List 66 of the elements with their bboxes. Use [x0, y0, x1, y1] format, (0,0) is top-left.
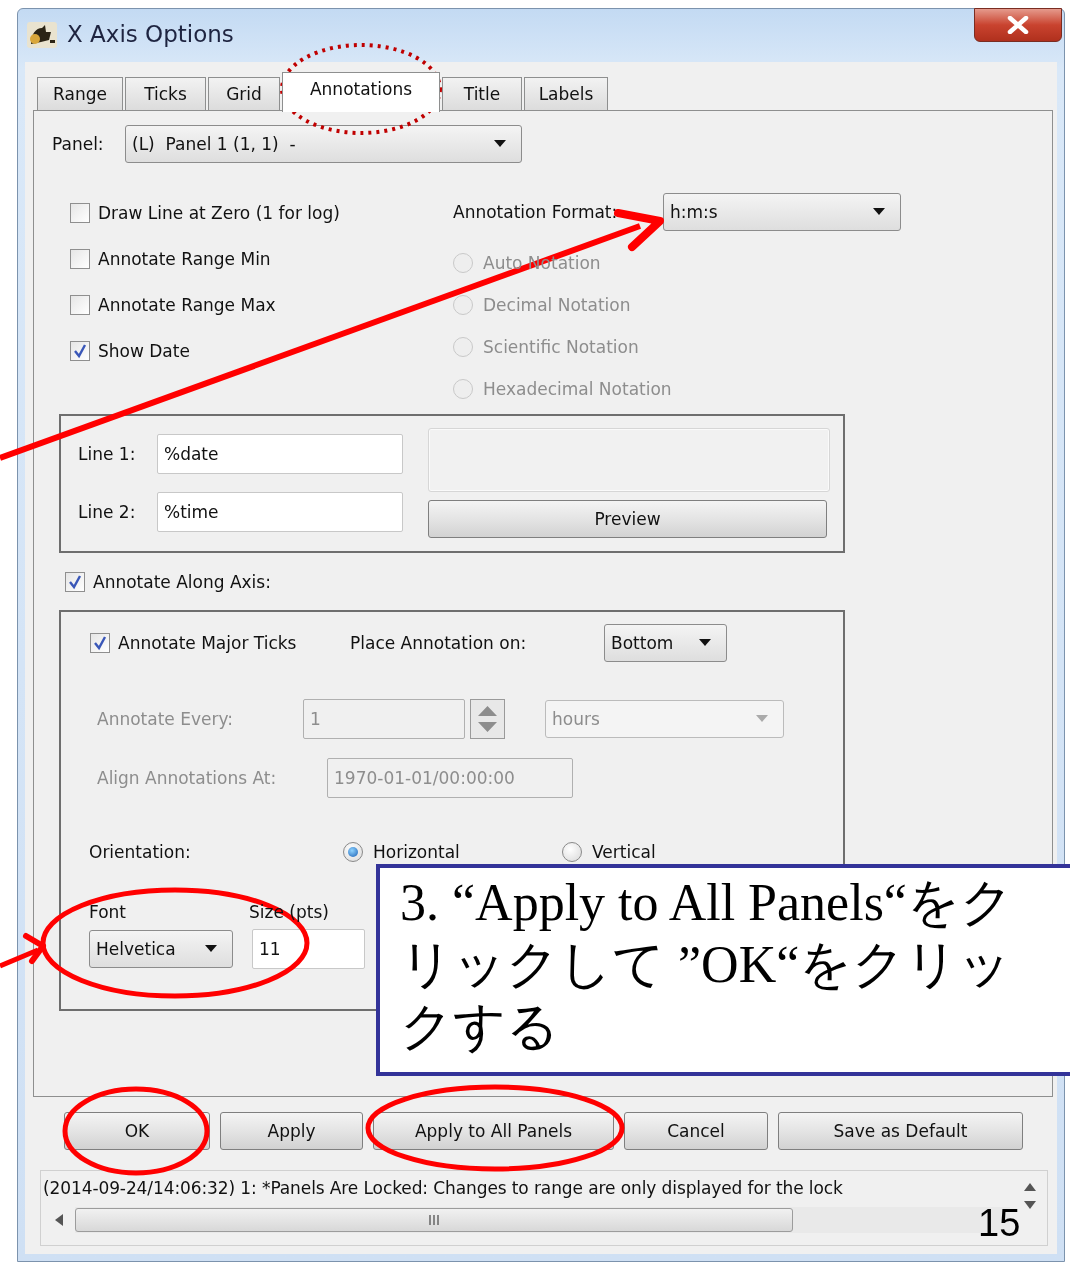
callout-box: 3. “Apply to All Panels“をクリックして ”OK“をクリックする [376, 864, 1070, 1076]
dialog-button[interactable]: OK [64, 1112, 210, 1150]
field-label: Panel: [52, 134, 105, 154]
checkbox[interactable] [70, 295, 90, 315]
field-label: Align Annotations At: [97, 768, 278, 788]
checkbox[interactable] [65, 572, 85, 592]
dropdown[interactable]: (L) Panel 1 (1, 1) - [125, 125, 522, 163]
field-label: Size (pts) [249, 902, 329, 922]
dropdown[interactable]: Helvetica [89, 930, 233, 968]
field-label: Annotation Format: [453, 202, 619, 222]
checkbox-label: Annotate Along Axis: [93, 572, 271, 592]
tab[interactable]: Grid [208, 77, 280, 110]
checkbox-label: Draw Line at Zero (1 for log) [98, 203, 340, 223]
tab[interactable]: Range [37, 77, 123, 110]
tab[interactable]: Annotations [282, 72, 440, 112]
caret-icon [698, 639, 712, 647]
preview-button[interactable]: Preview [428, 500, 827, 538]
log-message: (2014-09-24/14:06:32) 1: *Panels Are Locked: Changes to range are only displayed for the lock [42, 1177, 844, 1200]
text-field[interactable]: %time [157, 492, 403, 532]
scroll-thumb[interactable] [75, 1208, 793, 1232]
checkbox-label: Show Date [98, 341, 190, 361]
radio-label: Vertical [592, 842, 656, 862]
dialog-button[interactable]: Save as Default [778, 1112, 1023, 1150]
checkbox[interactable] [70, 341, 90, 361]
field-label: Font [89, 902, 127, 922]
scroll-up-icon[interactable] [1024, 1183, 1036, 1191]
radio-button[interactable] [343, 842, 363, 862]
field-label: Line 1: [78, 444, 137, 464]
app-icon [27, 22, 57, 48]
close-button[interactable] [974, 8, 1062, 42]
dropdown[interactable]: Bottom [604, 624, 727, 662]
text-field[interactable]: %date [157, 434, 403, 474]
radio-button[interactable] [562, 842, 582, 862]
radio-label: Hexadecimal Notation [483, 379, 672, 399]
dialog-button[interactable]: Apply [220, 1112, 363, 1150]
checkbox-label: Annotate Range Max [98, 295, 276, 315]
field-label: Annotate Every: [97, 709, 234, 729]
text-field[interactable]: 11 [252, 929, 365, 969]
tab[interactable]: Labels [524, 77, 608, 110]
dialog-button[interactable]: Cancel [624, 1112, 768, 1150]
radio-label: Scientific Notation [483, 337, 639, 357]
field-label: Line 2: [78, 502, 137, 522]
scroll-down-icon[interactable] [1024, 1201, 1036, 1209]
window-title: X Axis Options [67, 21, 234, 47]
dropdown[interactable]: h:m:s [663, 193, 901, 231]
caret-icon [872, 208, 886, 216]
grip-icon [428, 1215, 440, 1225]
tab[interactable]: Title [442, 77, 522, 110]
radio-label: Decimal Notation [483, 295, 631, 315]
checkbox-label: Annotate Range Min [98, 249, 271, 269]
checkbox[interactable] [70, 203, 90, 223]
page-number: 15 [978, 1203, 1021, 1243]
caret-icon [755, 715, 769, 723]
radio-label: Horizontal [373, 842, 460, 862]
scroll-left-icon[interactable] [55, 1214, 63, 1226]
field-label: Place Annotation on: [350, 633, 528, 653]
caret-icon [493, 140, 507, 148]
spinner-icon[interactable] [470, 699, 505, 739]
checkbox[interactable] [70, 249, 90, 269]
close-icon [1007, 16, 1029, 34]
tab[interactable]: Ticks [125, 77, 206, 110]
caret-icon [204, 945, 218, 953]
checkbox[interactable] [90, 633, 110, 653]
checkbox-label: Annotate Major Ticks [118, 633, 297, 653]
dialog-button[interactable]: Apply to All Panels [373, 1112, 614, 1150]
field-label: Orientation: [89, 842, 192, 862]
